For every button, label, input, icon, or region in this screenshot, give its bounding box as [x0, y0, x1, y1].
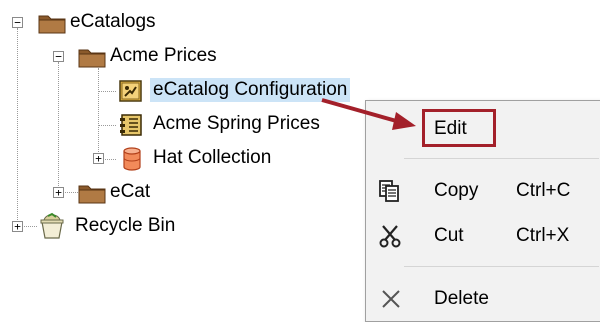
callout-arrow — [321, 98, 416, 130]
